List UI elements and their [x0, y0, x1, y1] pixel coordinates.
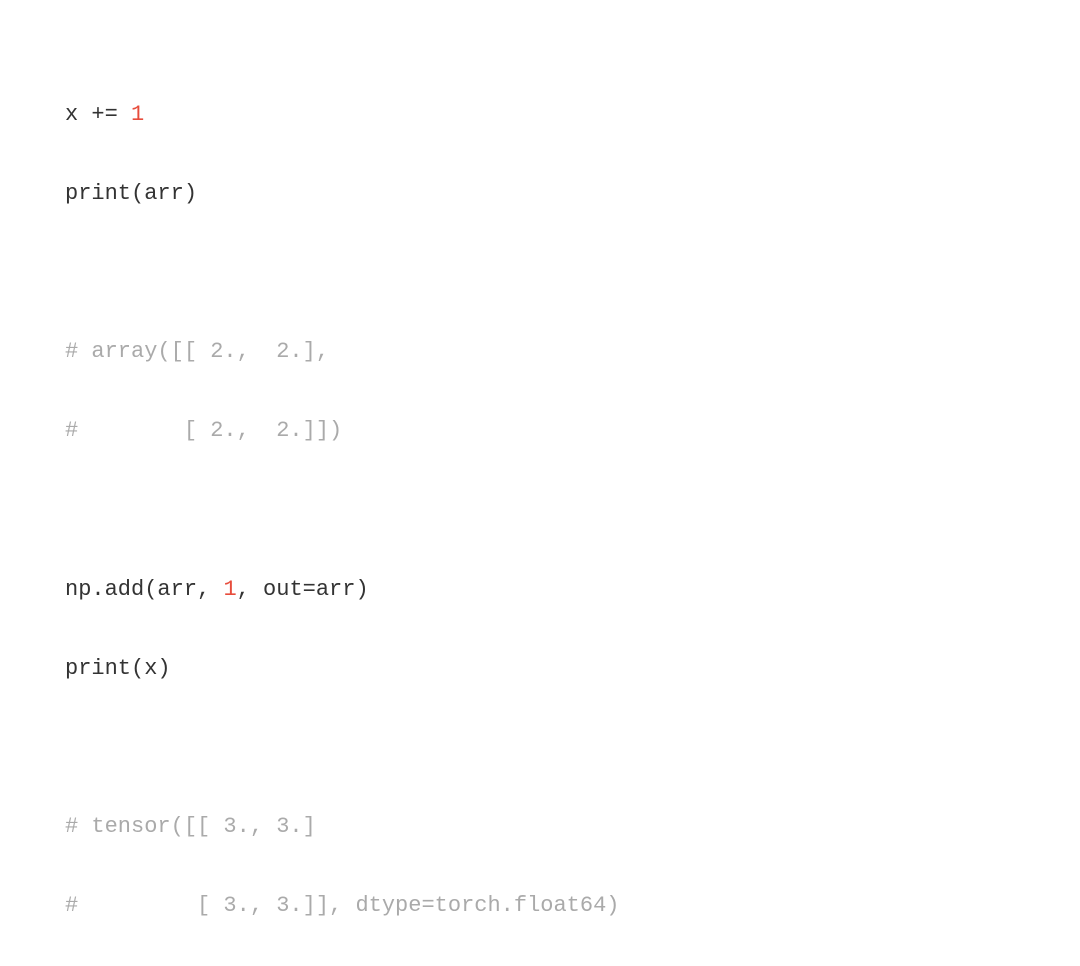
number-literal: 1: [131, 102, 144, 127]
comment-line: # [ 3., 3.]], dtype=torch.float64): [65, 886, 1015, 926]
blank-line: [65, 728, 1015, 768]
comment-line: # tensor([[ 3., 3.]: [65, 807, 1015, 847]
code-line: np.add(arr, 1, out=arr): [65, 570, 1015, 610]
code-line: print(arr): [65, 174, 1015, 214]
code-text: np.add(arr,: [65, 577, 223, 602]
code-line: x += 1: [65, 95, 1015, 135]
blank-line: [65, 253, 1015, 293]
code-text: , out=arr): [237, 577, 369, 602]
comment-line: # [ 2., 2.]]): [65, 411, 1015, 451]
code-line: print(x): [65, 649, 1015, 689]
code-block: x += 1 print(arr) # array([[ 2., 2.], # …: [65, 55, 1015, 966]
comment-line: # array([[ 2., 2.],: [65, 332, 1015, 372]
blank-line: [65, 491, 1015, 531]
code-text: x +=: [65, 102, 131, 127]
number-literal: 1: [223, 577, 236, 602]
